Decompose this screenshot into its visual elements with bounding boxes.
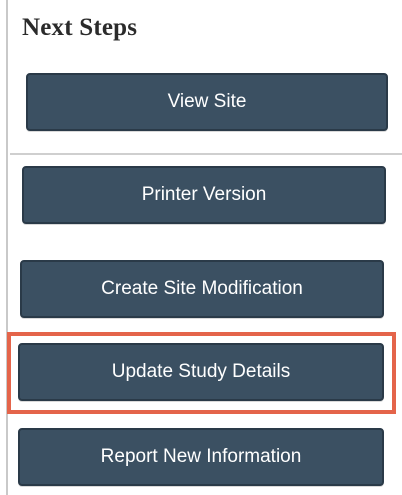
create-site-modification-button[interactable]: Create Site Modification (20, 260, 384, 318)
left-border (6, 0, 8, 495)
report-new-information-button[interactable]: Report New Information (18, 428, 384, 486)
next-steps-panel: Next Steps View Site Printer Version Cre… (0, 0, 402, 495)
panel-title: Next Steps (22, 14, 138, 41)
divider (10, 153, 402, 155)
view-site-button[interactable]: View Site (26, 73, 388, 131)
update-study-details-button[interactable]: Update Study Details (18, 343, 384, 401)
printer-version-button[interactable]: Printer Version (22, 166, 386, 224)
